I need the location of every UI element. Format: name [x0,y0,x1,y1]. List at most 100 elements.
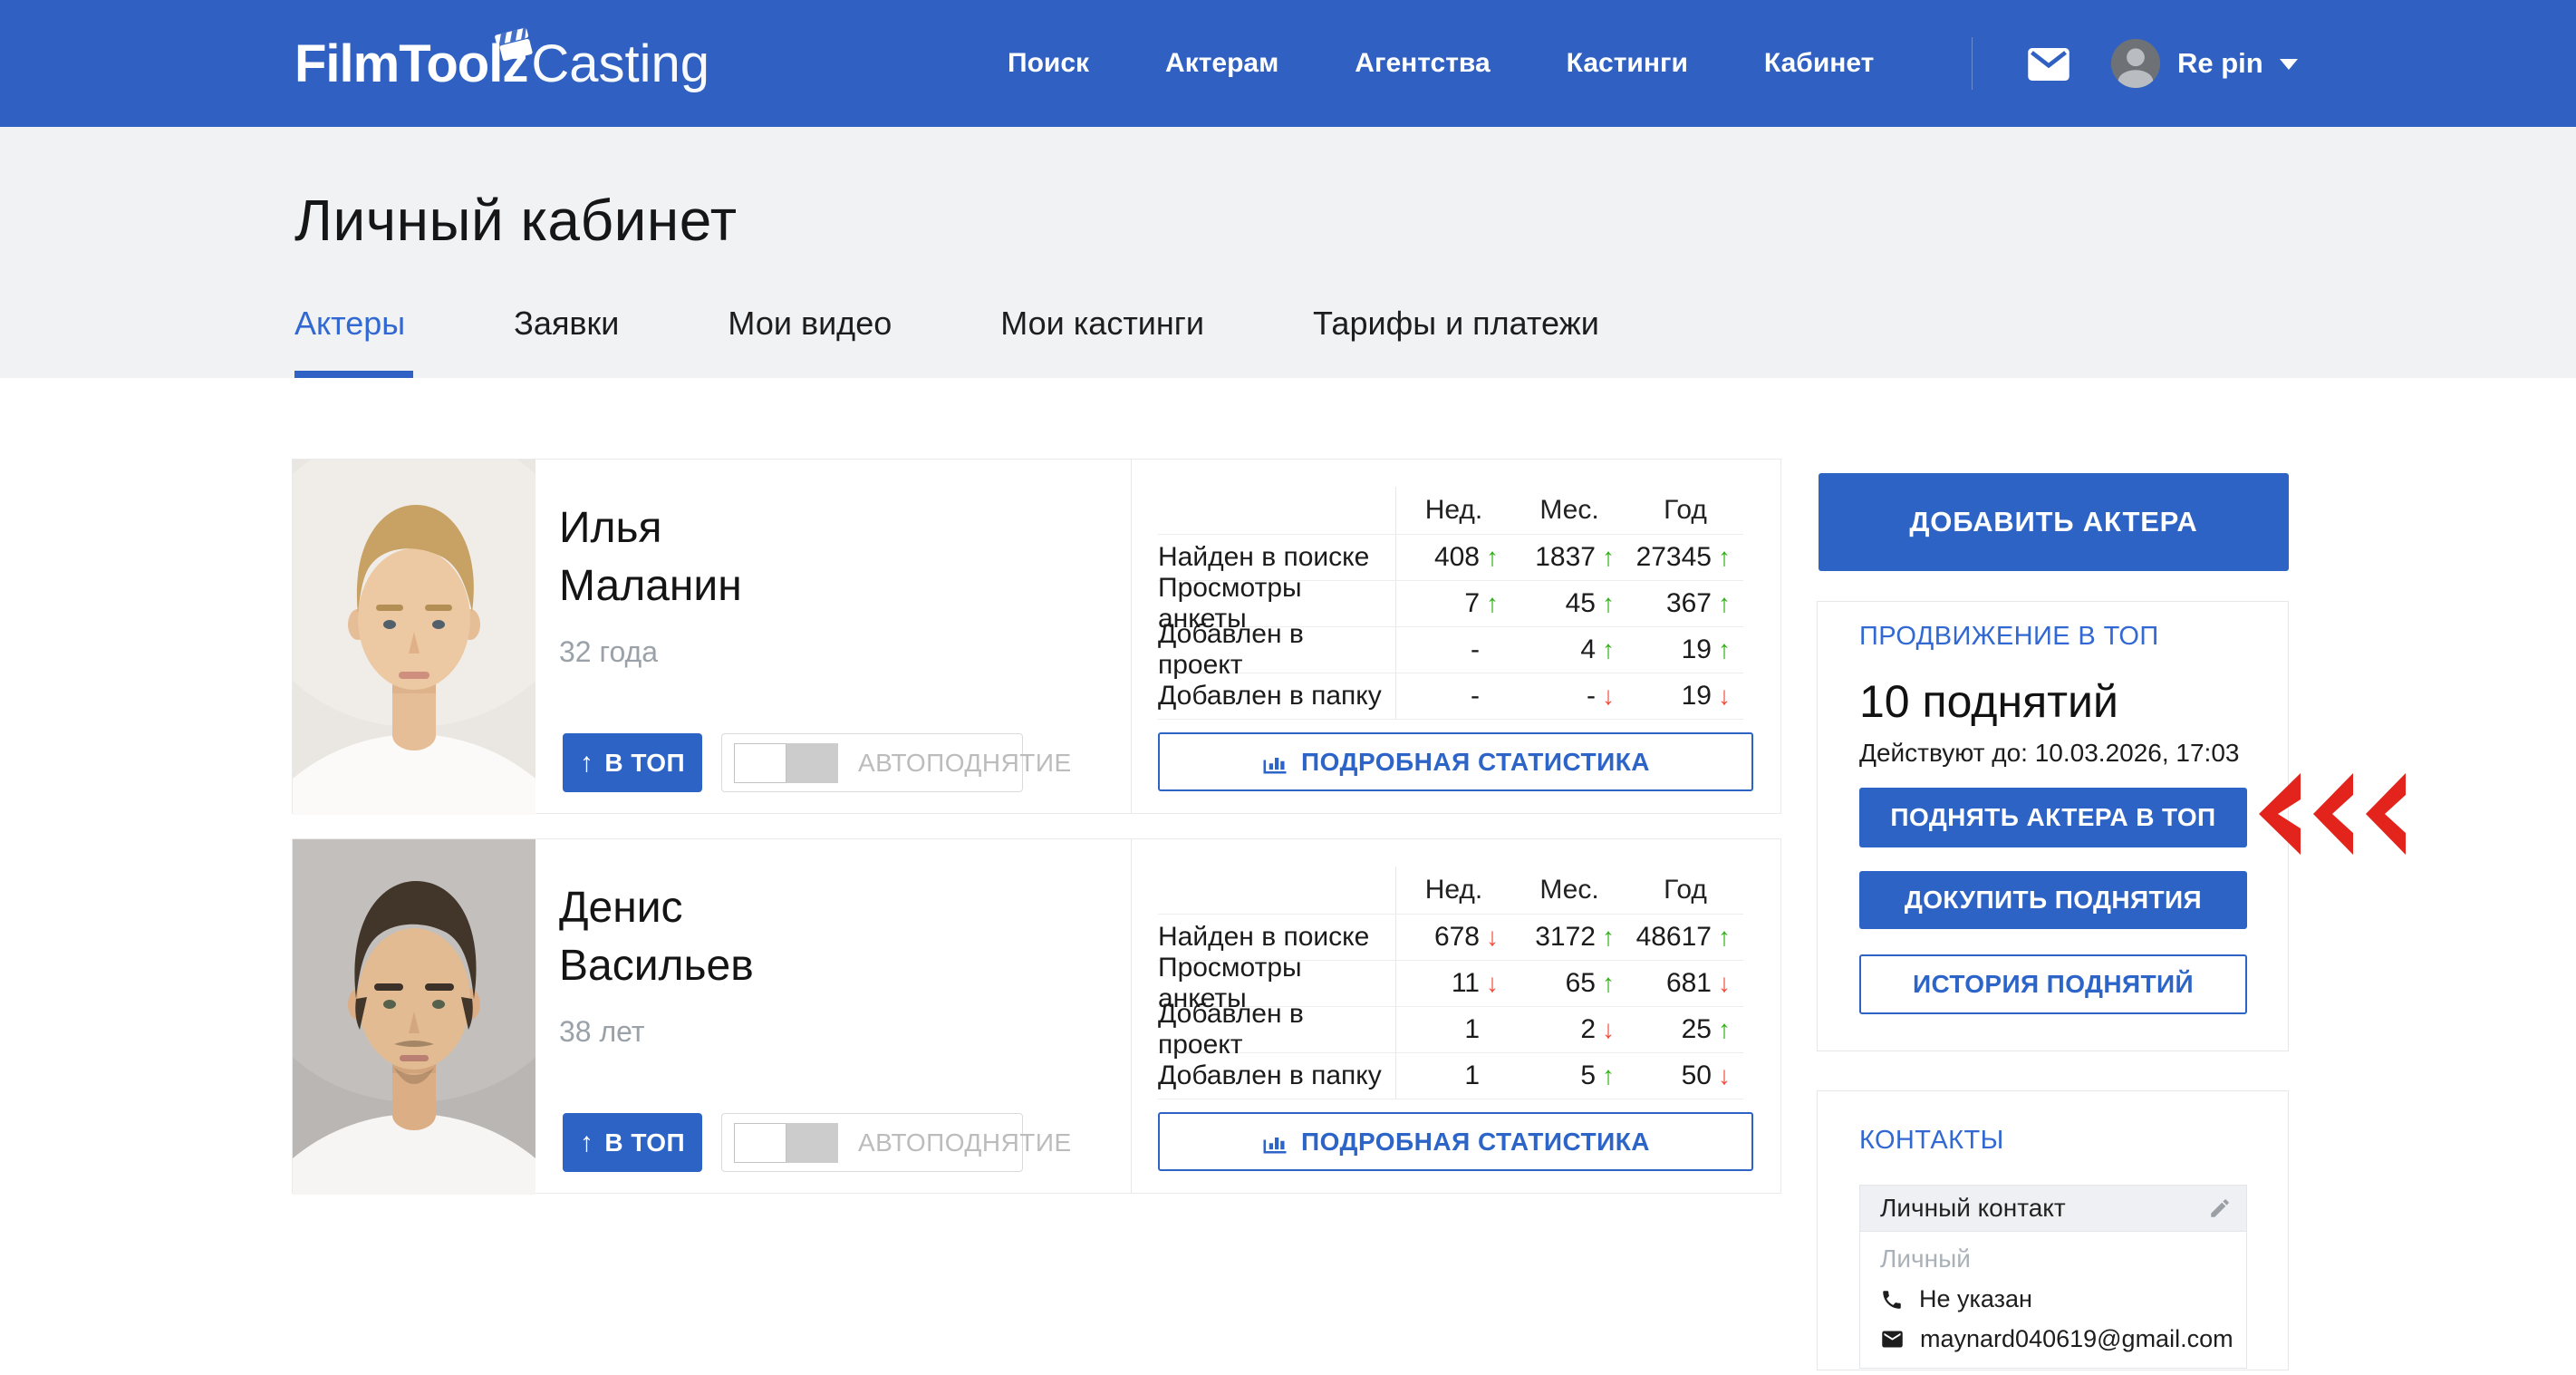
contact-card-body: Личный Не указан maynard040 [1859,1232,2247,1369]
raise-to-top-button[interactable]: ↑ В ТОП [563,733,702,792]
user-name[interactable]: Re pin [2177,47,2263,80]
personal-contact-card: Личный контакт Личный Не указан [1859,1185,2247,1369]
trend-arrow: ↑ [1596,1061,1627,1090]
tab-tariffs[interactable]: Тарифы и платежи [1313,305,1599,343]
detailed-stats-button[interactable]: ПОДРОБНАЯ СТАТИСТИКА [1158,732,1753,791]
bar-chart-icon [1261,1128,1288,1156]
contact-email-row: maynard040619@gmail.com [1880,1325,2228,1353]
stats-row: Добавлен в проект 1 2↓ 25↑ [1158,1007,1743,1053]
envelope-icon [1880,1327,1905,1351]
dashboard-page: FilmToolz Casting Поиск [0,0,2576,1375]
trend-arrow: ↓ [1712,682,1743,711]
buy-raises-button[interactable]: ДОКУПИТЬ ПОДНЯТИЯ [1859,871,2247,929]
contacts-card: КОНТАКТЫ Личный контакт Личный [1817,1090,2289,1370]
brand-logo[interactable]: FilmToolz Casting [294,0,709,127]
tab-my-castings[interactable]: Мои кастинги [1000,305,1204,343]
promotion-heading: ПРОДВИЖЕНИЕ В ТОП [1859,622,2247,652]
contact-phone-value: Не указан [1919,1285,2032,1313]
actor-stats: Нед. Мес. Год Найден в поиске 678↓ 3172↑… [1131,839,1780,1193]
stats-col-month: Мес. [1511,487,1627,534]
stats-col-month: Мес. [1511,867,1627,914]
stats-col-week: Нед. [1395,867,1511,914]
nav-item-actors[interactable]: Актерам [1165,48,1278,79]
actor-card: Илья Маланин 32 года ↑ В ТОП АВТОПОДНЯТИ… [292,459,1781,814]
add-actor-button[interactable]: ДОБАВИТЬ АКТЕРА [1819,473,2289,571]
trend-arrow: ↑ [1712,543,1743,572]
stats-row: Добавлен в папку - -↓ 19↓ [1158,673,1743,720]
actor-actions: ↑ В ТОП АВТОПОДНЯТИЕ [563,1113,1023,1172]
phone-icon [1880,1288,1904,1312]
actor-age: 32 года [559,635,1131,669]
stats-row: Добавлен в папку 1 5↑ 50↓ [1158,1053,1743,1099]
actor-actions: ↑ В ТОП АВТОПОДНЯТИЕ [563,733,1023,792]
stats-row: Добавлен в проект - 4↑ 19↑ [1158,627,1743,673]
attention-chevrons-icon [2258,773,2408,855]
stats-header-row: Нед. Мес. Год [1158,867,1743,915]
actor-info: Илья Маланин 32 года ↑ В ТОП АВТОПОДНЯТИ… [535,460,1131,813]
trend-arrow: ↑ [1480,543,1511,572]
edit-pencil-icon[interactable] [2208,1196,2232,1220]
trend-arrow: ↑ [1596,635,1627,664]
trend-arrow: ↓ [1712,1061,1743,1090]
trend-arrow: ↑ [1712,589,1743,618]
promotion-card: ПРОДВИЖЕНИЕ В ТОП 10 поднятий Действуют … [1817,601,2289,1051]
tab-my-videos[interactable]: Мои видео [728,305,892,343]
brand-logo-light: Casting [531,34,709,94]
raise-actor-to-top-button[interactable]: ПОДНЯТЬ АКТЕРА В ТОП [1859,788,2247,847]
autoraise-control: АВТОПОДНЯТИЕ [721,733,1023,792]
cabinet-tabs: Актеры Заявки Мои видео Мои кастинги Тар… [294,305,1599,343]
actor-photo[interactable] [293,839,535,1193]
bar-chart-icon [1261,749,1288,776]
contacts-heading: КОНТАКТЫ [1859,1126,2247,1156]
contact-group-label: Личный [1880,1244,2228,1273]
stats-col-year: Год [1627,487,1743,534]
trend-arrow: ↑ [1712,1015,1743,1044]
actor-card: Денис Васильев 38 лет ↑ В ТОП АВТОПОДНЯТ… [292,838,1781,1194]
trend-arrow: ↓ [1596,1015,1627,1044]
actor-age: 38 лет [559,1015,1131,1049]
nav-item-cabinet[interactable]: Кабинет [1764,48,1874,79]
trend-arrow: ↓ [1596,682,1627,711]
contact-card-title: Личный контакт [1880,1194,2066,1223]
stats-col-year: Год [1627,867,1743,914]
trend-arrow: ↑ [1596,543,1627,572]
tab-actors[interactable]: Актеры [294,305,405,343]
tab-applications[interactable]: Заявки [514,305,619,343]
toggle-knob [734,1123,786,1163]
chevron-down-icon[interactable] [2280,59,2298,70]
autoraise-label: АВТОПОДНЯТИЕ [858,749,1072,778]
trend-arrow: ↓ [1480,923,1511,952]
detailed-stats-button[interactable]: ПОДРОБНАЯ СТАТИСТИКА [1158,1112,1753,1171]
user-avatar[interactable] [2111,39,2160,88]
page-title: Личный кабинет [294,187,738,254]
raises-history-button[interactable]: ИСТОРИЯ ПОДНЯТИЙ [1859,954,2247,1014]
trend-arrow: ↓ [1480,969,1511,998]
autoraise-toggle[interactable] [734,1123,838,1163]
trend-arrow: ↑ [1596,923,1627,952]
actor-stats: Нед. Мес. Год Найден в поиске 408↑ 1837↑… [1131,460,1780,813]
mail-icon[interactable] [2028,48,2069,81]
autoraise-toggle[interactable] [734,743,838,783]
nav-item-search[interactable]: Поиск [1008,48,1089,79]
raises-count: 10 поднятий [1859,675,2247,728]
page-head: Личный кабинет Актеры Заявки Мои видео М… [0,127,2576,378]
active-tab-underline [294,371,413,378]
actor-photo[interactable] [293,460,535,813]
actor-name[interactable]: Денис Васильев [559,879,1131,995]
nav-item-castings[interactable]: Кастинги [1567,48,1688,79]
trend-arrow: ↑ [1712,635,1743,664]
autoraise-label: АВТОПОДНЯТИЕ [858,1128,1072,1157]
contact-email-value[interactable]: maynard040619@gmail.com [1920,1325,2233,1353]
arrow-up-icon: ↑ [580,748,594,779]
autoraise-control: АВТОПОДНЯТИЕ [721,1113,1023,1172]
raise-to-top-button[interactable]: ↑ В ТОП [563,1113,702,1172]
topbar-divider [1972,37,1973,90]
trend-arrow: ↑ [1596,969,1627,998]
nav-item-agencies[interactable]: Агентства [1355,48,1490,79]
actor-name[interactable]: Илья Маланин [559,499,1131,615]
top-navigation-bar: FilmToolz Casting Поиск [0,0,2576,127]
trend-arrow: ↑ [1596,589,1627,618]
trend-arrow: ↑ [1712,923,1743,952]
actor-info: Денис Васильев 38 лет ↑ В ТОП АВТОПОДНЯТ… [535,839,1131,1193]
main-nav: Поиск Актерам Агентства Кастинги Кабинет [1008,0,1874,127]
